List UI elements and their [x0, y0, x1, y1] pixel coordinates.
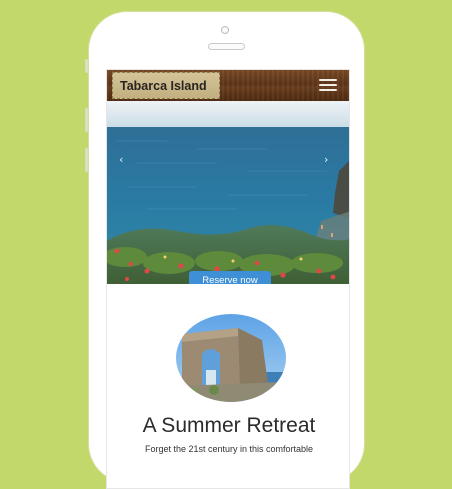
- carousel-prev-arrow[interactable]: ‹: [119, 153, 123, 166]
- ruins-photo: [176, 314, 286, 402]
- brand-plate[interactable]: Tabarca Island: [112, 72, 220, 99]
- phone-speaker: [208, 43, 245, 50]
- intro-section: A Summer Retreat Forget the 21st century…: [107, 284, 349, 488]
- section-tagline: Forget the 21st century in this comforta…: [144, 444, 314, 454]
- section-headline: A Summer Retreat: [142, 414, 316, 437]
- phone-side-button-top: [85, 59, 88, 73]
- phone-screen: Tabarca Island ‹ › Reserve now A Summer …: [106, 69, 350, 489]
- phone-volume-up-button: [85, 108, 88, 132]
- top-navbar: Tabarca Island: [107, 70, 349, 101]
- hamburger-menu-icon[interactable]: [319, 79, 337, 93]
- hero-carousel: ‹ ›: [107, 101, 349, 284]
- brand-name[interactable]: Tabarca Island: [120, 79, 207, 93]
- phone-frame: Tabarca Island ‹ › Reserve now A Summer …: [85, 12, 364, 489]
- phone-camera: [221, 26, 229, 34]
- carousel-next-arrow[interactable]: ›: [324, 153, 328, 166]
- hero-sea-image: [107, 101, 349, 284]
- phone-volume-down-button: [85, 148, 88, 172]
